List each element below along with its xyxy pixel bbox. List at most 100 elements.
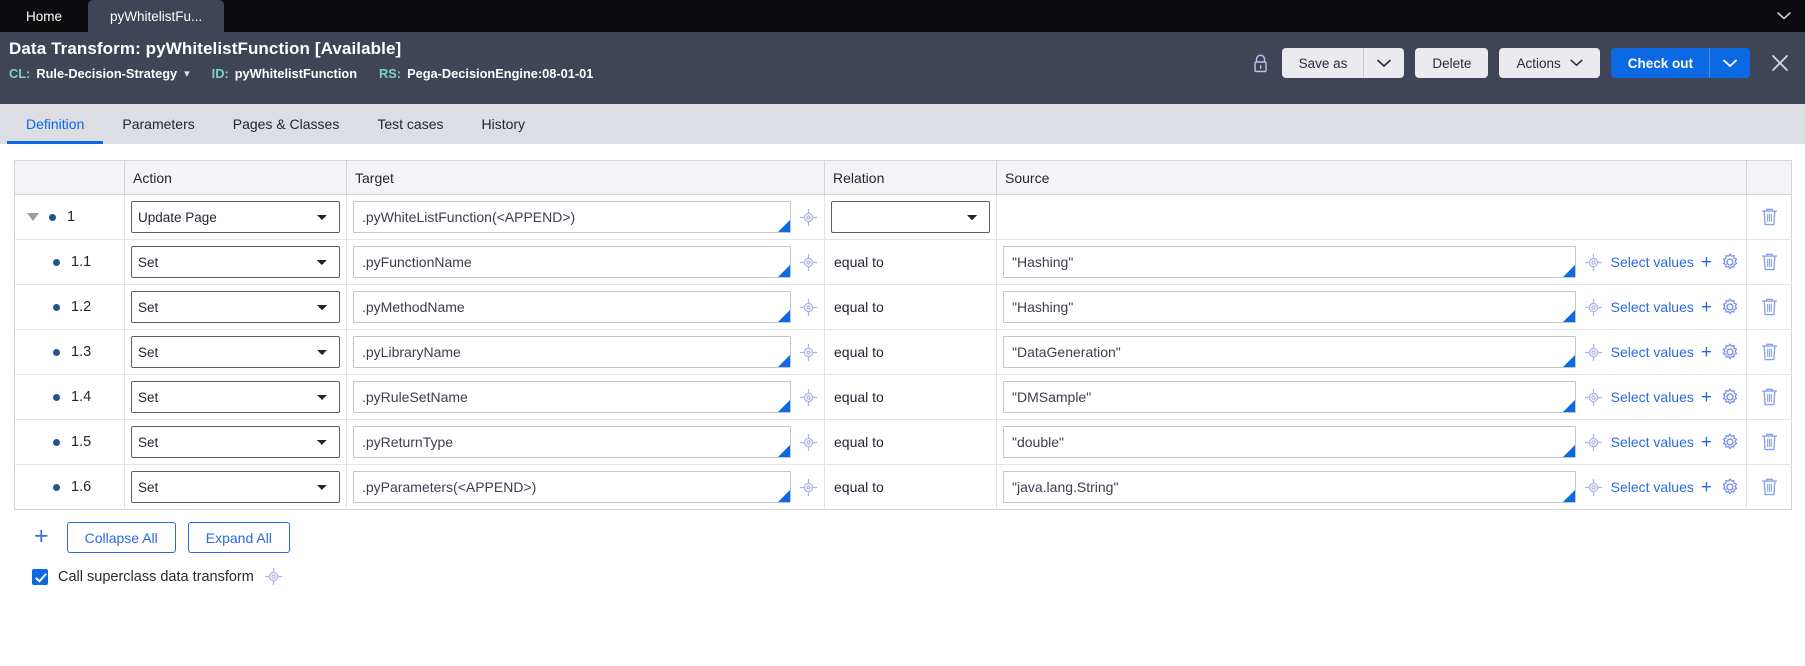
- check-out-chevron-down-icon[interactable]: [1710, 48, 1750, 78]
- row-number-label: 1.3: [71, 344, 92, 360]
- source-target-icon[interactable]: [1584, 388, 1603, 407]
- column-header-action: Action: [124, 160, 347, 195]
- row-delete-trash-icon[interactable]: [1759, 296, 1780, 318]
- source-input[interactable]: [1003, 426, 1576, 458]
- source-target-icon[interactable]: [1584, 298, 1603, 317]
- actions-button[interactable]: Actions: [1499, 48, 1600, 78]
- source-gear-icon[interactable]: [1720, 387, 1740, 407]
- select-values-link[interactable]: Select values +: [1611, 388, 1712, 407]
- delete-cell: [1746, 194, 1792, 240]
- check-out-button[interactable]: Check out: [1610, 48, 1710, 78]
- target-target-icon[interactable]: [799, 253, 818, 272]
- target-target-icon[interactable]: [799, 298, 818, 317]
- select-values-link[interactable]: Select values +: [1611, 433, 1712, 452]
- action-cell: Set: [124, 239, 347, 285]
- target-input[interactable]: [353, 426, 791, 458]
- relation-cell: equal to: [824, 239, 997, 285]
- tab-definition[interactable]: Definition: [7, 104, 103, 144]
- source-gear-icon[interactable]: [1720, 297, 1740, 317]
- action-select[interactable]: Set: [131, 291, 340, 323]
- save-as-chevron-down-icon[interactable]: [1364, 48, 1405, 78]
- target-target-icon[interactable]: [799, 343, 818, 362]
- source-target-icon[interactable]: [1584, 433, 1603, 452]
- select-values-link[interactable]: Select values +: [1611, 298, 1712, 317]
- class-chevron-down-icon[interactable]: ▾: [184, 67, 190, 80]
- table-row: 1.3 Set equal to Select values +: [14, 329, 1792, 375]
- row-number-label: 1.5: [71, 434, 92, 450]
- source-gear-icon[interactable]: [1720, 432, 1740, 452]
- target-target-icon[interactable]: [799, 478, 818, 497]
- tab-pages-and-classes[interactable]: Pages & Classes: [214, 104, 359, 144]
- tab-test-cases[interactable]: Test cases: [358, 104, 462, 144]
- close-icon[interactable]: [1767, 50, 1793, 76]
- source-cell: Select values +: [996, 239, 1747, 285]
- select-values-link[interactable]: Select values +: [1611, 253, 1712, 272]
- action-select[interactable]: Set: [131, 381, 340, 413]
- lock-icon[interactable]: [1252, 53, 1269, 74]
- row-delete-trash-icon[interactable]: [1759, 206, 1780, 228]
- select-values-link[interactable]: Select values +: [1611, 478, 1712, 497]
- chevron-down-icon[interactable]: [1777, 10, 1791, 23]
- id-key-label: ID:: [211, 66, 229, 81]
- source-gear-icon[interactable]: [1720, 252, 1740, 272]
- row-delete-trash-icon[interactable]: [1759, 431, 1780, 453]
- save-as-button[interactable]: Save as: [1281, 48, 1365, 78]
- source-gear-icon[interactable]: [1720, 477, 1740, 497]
- relation-select[interactable]: [831, 201, 990, 233]
- row-expand-toggle-icon[interactable]: [27, 213, 39, 221]
- tab-parameters-label: Parameters: [122, 116, 195, 132]
- select-values-link[interactable]: Select values +: [1611, 343, 1712, 362]
- expand-all-button[interactable]: Expand All: [187, 522, 290, 553]
- definition-content: Action Target Relation Source 1 Update Pa…: [0, 144, 1805, 586]
- source-target-icon[interactable]: [1584, 253, 1603, 272]
- source-gear-icon[interactable]: [1720, 342, 1740, 362]
- row-delete-trash-icon[interactable]: [1759, 386, 1780, 408]
- target-target-icon[interactable]: [799, 388, 818, 407]
- target-input[interactable]: [353, 201, 791, 233]
- action-cell: Set: [124, 329, 347, 375]
- source-input[interactable]: [1003, 291, 1576, 323]
- action-select[interactable]: Update Page: [131, 201, 340, 233]
- delete-button[interactable]: Delete: [1415, 48, 1489, 78]
- collapse-all-button[interactable]: Collapse All: [66, 522, 176, 553]
- target-input[interactable]: [353, 291, 791, 323]
- source-input[interactable]: [1003, 336, 1576, 368]
- relation-text: equal to: [834, 299, 884, 315]
- source-input[interactable]: [1003, 381, 1576, 413]
- delete-cell: [1746, 329, 1792, 375]
- browser-tab-home[interactable]: Home: [0, 0, 88, 32]
- target-target-icon[interactable]: [799, 208, 818, 227]
- rule-tab-bar: Definition Parameters Pages & Classes Te…: [0, 104, 1805, 144]
- table-row: 1.5 Set equal to Select values +: [14, 419, 1792, 465]
- add-row-plus-icon[interactable]: +: [28, 523, 55, 552]
- tab-parameters[interactable]: Parameters: [103, 104, 213, 144]
- tab-history[interactable]: History: [462, 104, 544, 144]
- browser-tab-pywhitelistfunction[interactable]: pyWhitelistFu...: [88, 0, 225, 32]
- source-input[interactable]: [1003, 246, 1576, 278]
- action-select[interactable]: Set: [131, 471, 340, 503]
- row-delete-trash-icon[interactable]: [1759, 476, 1780, 498]
- row-bullet-icon: [53, 258, 60, 266]
- call-superclass-target-icon[interactable]: [264, 567, 283, 586]
- source-target-icon[interactable]: [1584, 343, 1603, 362]
- action-select[interactable]: Set: [131, 426, 340, 458]
- source-input[interactable]: [1003, 471, 1576, 503]
- source-target-icon[interactable]: [1584, 478, 1603, 497]
- target-input[interactable]: [353, 471, 791, 503]
- rule-header: Data Transform: pyWhitelistFunction [Ava…: [0, 32, 1805, 104]
- delete-cell: [1746, 374, 1792, 420]
- row-delete-trash-icon[interactable]: [1759, 251, 1780, 273]
- row-delete-trash-icon[interactable]: [1759, 341, 1780, 363]
- target-input[interactable]: [353, 246, 791, 278]
- call-superclass-checkbox[interactable]: [32, 568, 48, 585]
- select-values-label: Select values: [1610, 344, 1694, 360]
- source-cell: Select values +: [996, 374, 1747, 420]
- target-input[interactable]: [353, 336, 791, 368]
- save-as-label: Save as: [1298, 55, 1348, 71]
- target-target-icon[interactable]: [799, 433, 818, 452]
- select-values-label: Select values: [1610, 434, 1694, 450]
- action-select[interactable]: Set: [131, 246, 340, 278]
- action-select[interactable]: Set: [131, 336, 340, 368]
- target-input[interactable]: [353, 381, 791, 413]
- class-key-label: CL:: [9, 66, 31, 81]
